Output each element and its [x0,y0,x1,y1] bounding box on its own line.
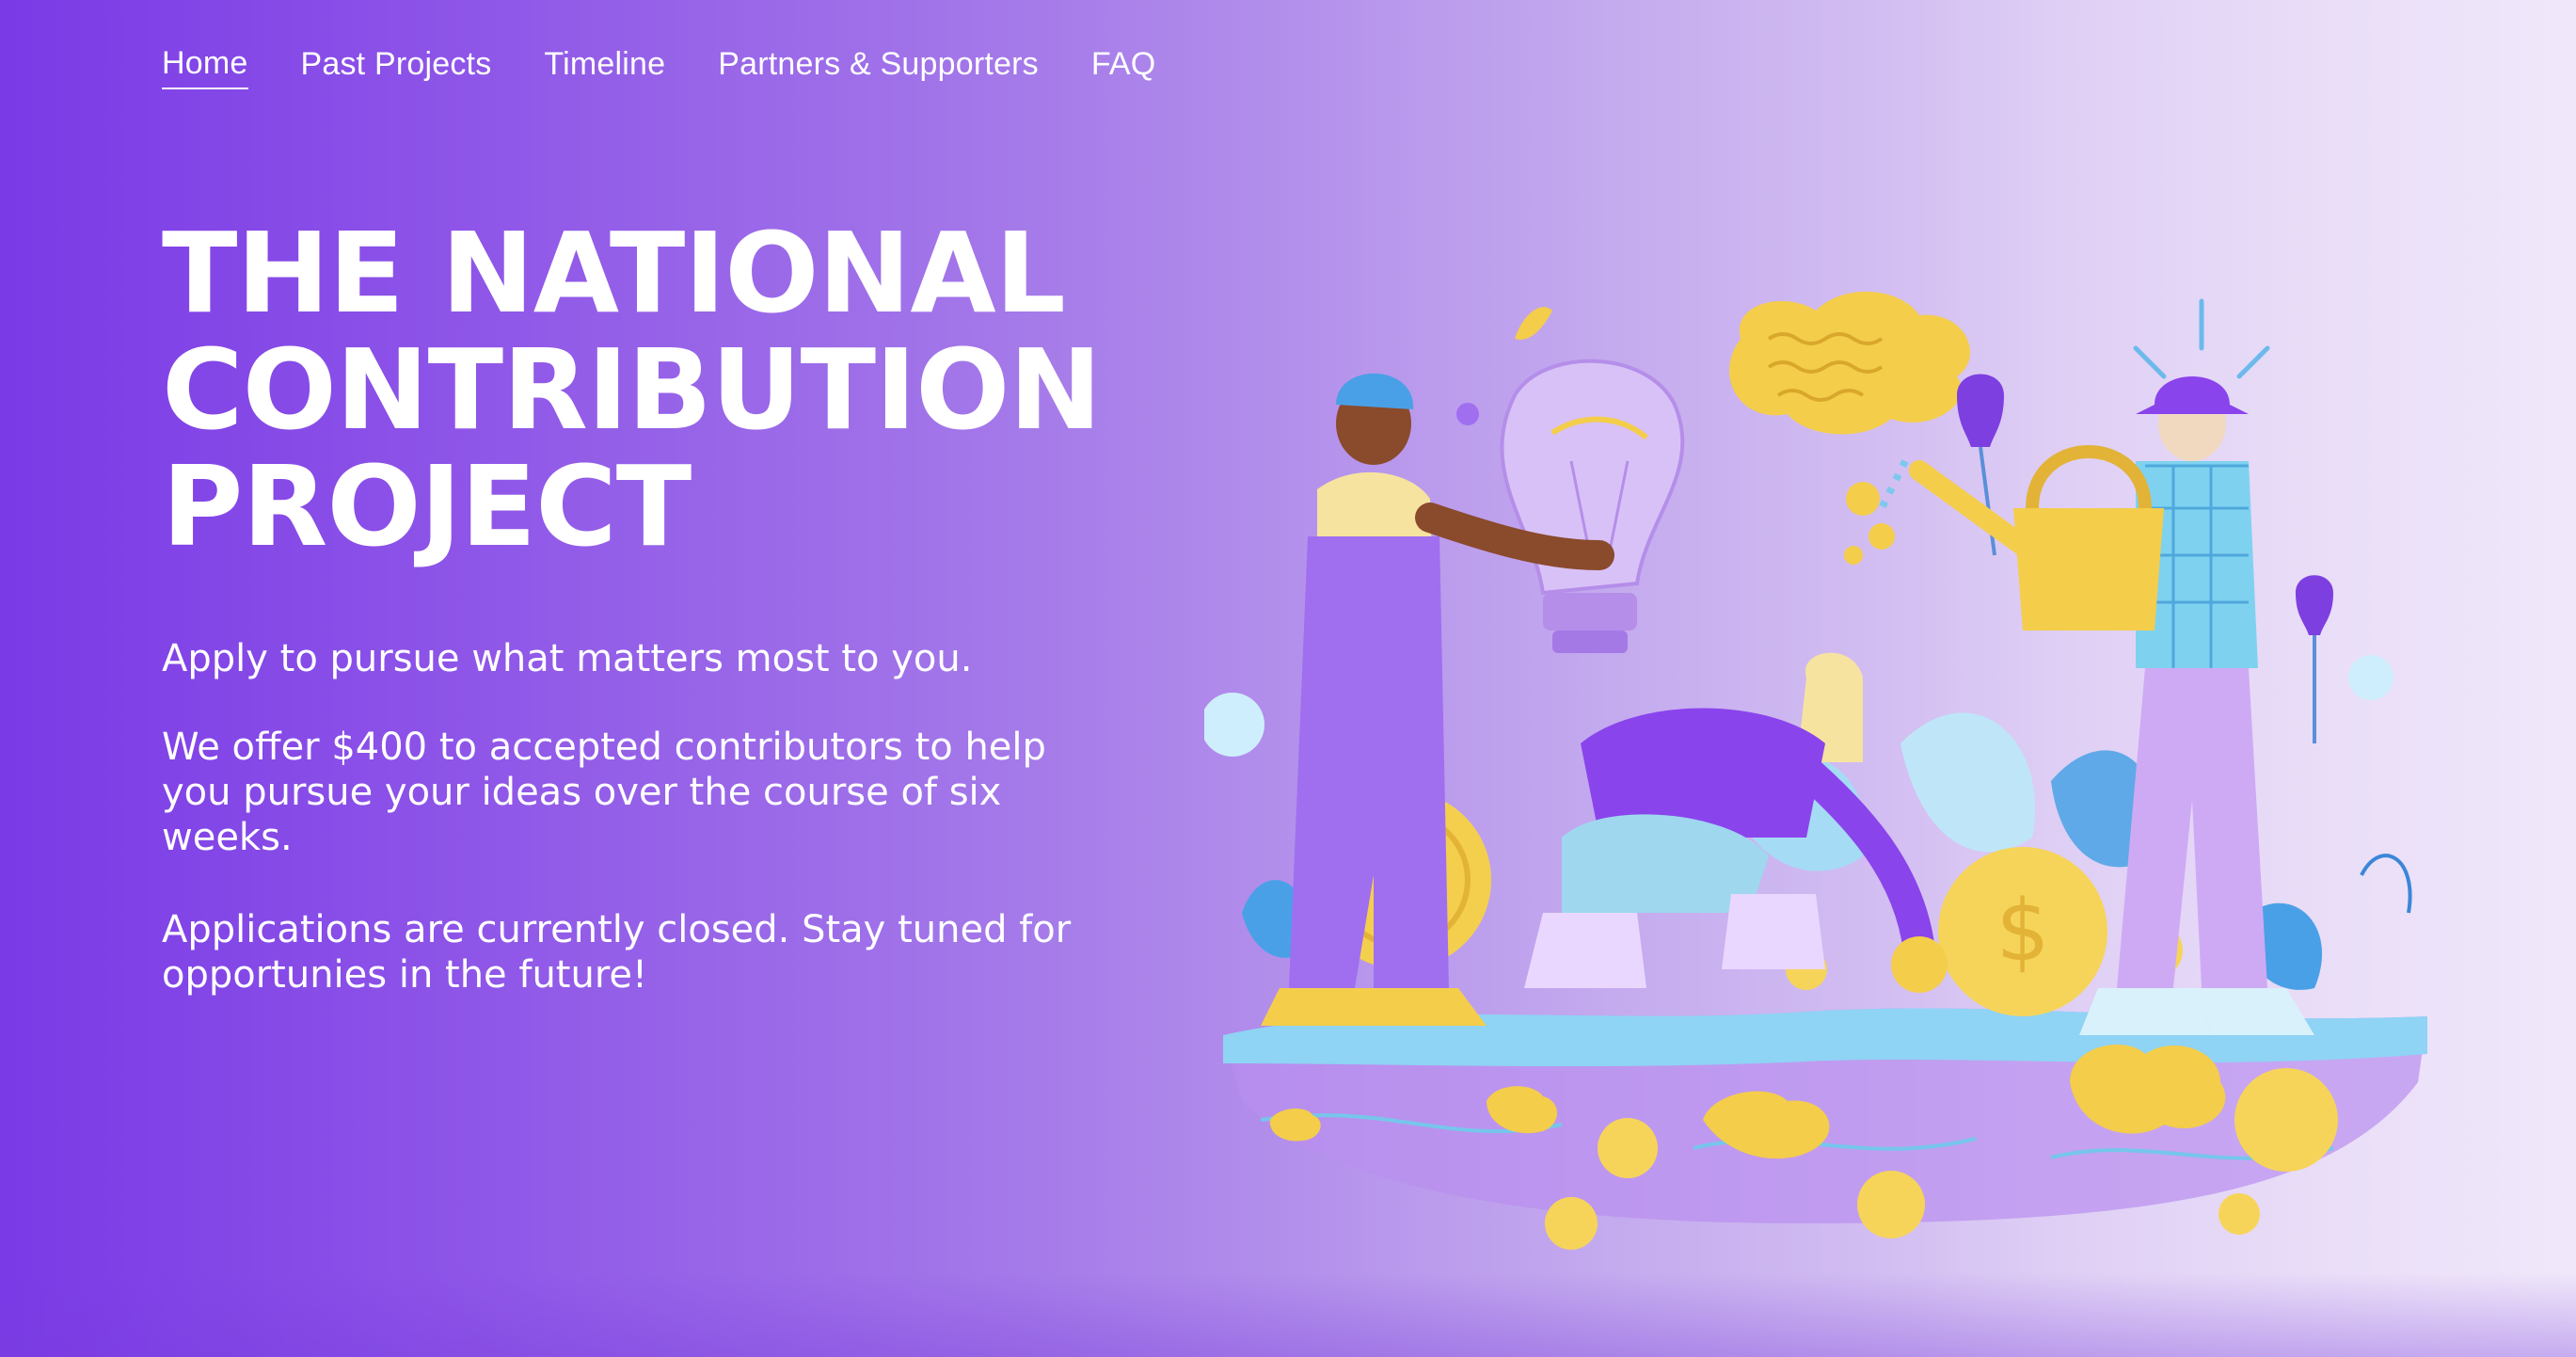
page-title: THE NATIONAL CONTRIBUTION PROJECT [162,215,1103,565]
background-haze-bottom [0,1272,2576,1357]
nav-item-faq[interactable]: FAQ [1091,46,1156,88]
background-haze-top [0,0,2576,179]
person-middle [1524,652,1948,993]
hero-illustration: $ [1204,291,2427,1250]
hero-copy: Apply to pursue what matters most to you… [162,636,1121,1045]
nav-item-home[interactable]: Home [162,45,248,89]
watering-can [1878,445,2164,631]
status-text: Applications are currently closed. Stay … [162,908,1072,997]
title-line-2: CONTRIBUTION [162,325,1102,455]
lightbulb [1500,359,1685,653]
title-line-3: PROJECT [162,441,692,571]
svg-text:$: $ [1996,882,2049,981]
nav-item-partners-supporters[interactable]: Partners & Supporters [718,46,1039,88]
nav-item-timeline[interactable]: Timeline [544,46,665,88]
offer-text: We offer $400 to accepted contributors t… [162,726,1046,859]
title-line-1: THE NATIONAL [162,208,1066,338]
intro-text: Apply to pursue what matters most to you… [162,637,973,680]
main-nav: Home Past Projects Timeline Partners & S… [162,45,1155,89]
nav-item-past-projects[interactable]: Past Projects [301,46,492,88]
